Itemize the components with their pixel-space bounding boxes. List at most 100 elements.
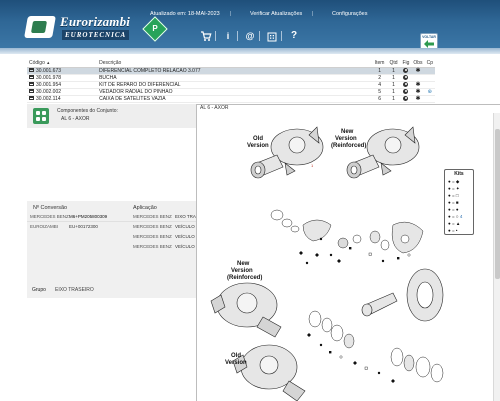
table-header: Código ▲ Descrição Item Qtd Fig Obs Cp [27, 59, 435, 68]
part-qty: 1 [386, 95, 401, 103]
obs-star-icon[interactable]: ✱ [415, 89, 420, 95]
part-icon [29, 89, 34, 94]
kit-entry: ● = ▲ [448, 221, 461, 226]
svg-text:(Reinforced): (Reinforced) [227, 275, 262, 281]
figure-icon[interactable] [403, 88, 409, 94]
svg-text:New: New [341, 129, 354, 135]
col-obs[interactable]: Obs [411, 59, 425, 68]
col-cp[interactable]: Cp [424, 59, 435, 68]
part-qty: 1 [386, 88, 401, 96]
part-description: KIT DE REPARO DO DIFERENCIAL [97, 81, 373, 89]
application-brand: MERCEDES BENZ [133, 244, 172, 249]
exploded-diagram[interactable]: AL 6 - AXOR 1 Old Version New Version (R… [196, 104, 500, 401]
part-code: 30.002.002 [36, 88, 62, 95]
part-code: 30.001.673 [36, 67, 62, 74]
figure-icon[interactable] [403, 81, 409, 87]
part-description: CAIXA DE SATELITES VAZIA [97, 95, 373, 103]
col-code[interactable]: Código ▲ [27, 59, 98, 68]
part-item: 5 [372, 88, 387, 96]
app-header: Eurorizambi EUROTECNICA P Atualizado em:… [0, 0, 500, 51]
exploded-parts-mid [270, 209, 424, 254]
table-row[interactable]: 30.001.954 KIT DE REPARO DO DIFERENCIAL … [27, 81, 435, 89]
application-brand: MERCEDES BENZ [133, 234, 172, 239]
part-icon [29, 75, 34, 80]
pinion-shaft [361, 292, 398, 317]
obs-star-icon[interactable]: ✱ [415, 68, 420, 74]
part-item: 4 [372, 81, 387, 89]
divider [27, 221, 197, 222]
help-icon[interactable]: ? [288, 30, 300, 42]
svg-text:Version: Version [335, 136, 357, 142]
settings-link[interactable]: Configurações [332, 11, 367, 17]
info-icon[interactable]: i [222, 30, 234, 42]
kits-title: Kits [454, 171, 464, 177]
application-model: VEÍCULO [175, 234, 195, 239]
part-code: 30.001.978 [36, 74, 62, 81]
at-icon[interactable]: @ [244, 30, 256, 42]
header-divider [0, 48, 500, 54]
building-icon[interactable] [266, 30, 278, 42]
table-row[interactable]: 30.001.673 DIFERENCIAL COMPLETO RELACAO … [27, 67, 435, 75]
scrollbar-thumb[interactable] [495, 129, 500, 279]
svg-text:Version: Version [231, 268, 253, 274]
part-code: 30.001.954 [36, 81, 62, 88]
parts-table: Código ▲ Descrição Item Qtd Fig Obs Cp 3… [27, 59, 435, 103]
col-item[interactable]: Item [372, 59, 387, 68]
table-row[interactable]: 30.001.978 BUCHA 2 1 [27, 74, 435, 82]
svg-text:1: 1 [311, 163, 314, 168]
logo-badge-icon [24, 16, 56, 38]
part-code: 30.002.114 [36, 95, 61, 102]
compatibility-icon[interactable]: ⊛ [428, 89, 432, 95]
figure-icon[interactable] [403, 74, 409, 80]
svg-text:Old: Old [231, 353, 241, 359]
kit-entry: ● = • [448, 228, 458, 233]
brand-tagline: EUROTECNICA [62, 30, 130, 40]
divider [259, 31, 260, 41]
cart-icon[interactable] [200, 30, 212, 42]
part-icon [29, 96, 34, 101]
part-description: DIFERENCIAL COMPLETO RELACAO 3.077 [97, 67, 373, 75]
col-qty[interactable]: Qtd [386, 59, 401, 68]
divider [281, 31, 282, 41]
kits-legend: Kits ● = ◆ ● = ✦ ● = □ ● = ■ ● = ● ● = ○… [444, 169, 474, 235]
group-row: Grupo EIXO TRASEIRO [27, 284, 197, 296]
figure-icon[interactable] [403, 67, 409, 73]
divider [237, 31, 238, 41]
figure-icon[interactable] [403, 95, 409, 101]
col-description[interactable]: Descrição [97, 59, 373, 68]
conversion-brand: MERCEDES BENZ [30, 214, 69, 219]
table-row[interactable]: 30.002.114 CAIXA DE SATELITES VAZIA 6 1 … [27, 95, 435, 103]
check-updates-link[interactable]: Verificar Atualizações [250, 11, 302, 17]
component-value[interactable]: AL 6 - AXOR [61, 116, 89, 122]
divider [215, 31, 216, 41]
back-arrow-icon [424, 40, 434, 48]
washer-series [308, 310, 444, 383]
group-value: EIXO TRASEIRO [55, 287, 94, 293]
kit-entry: ● = ● [448, 207, 459, 212]
kit-entry: ● = □ [448, 193, 459, 198]
brand-logo[interactable]: Eurorizambi EUROTECNICA P [24, 14, 168, 42]
application-brand: MERCEDES BENZ [133, 224, 172, 229]
obs-star-icon[interactable]: ✱ [415, 96, 420, 102]
conversion-header: Nº Conversão [33, 205, 68, 211]
kit-entry: ● = ◆ [448, 179, 460, 184]
table-row[interactable]: 30.002.002 VEDADOR RADIAL DO PINHAO 5 1 … [27, 88, 435, 96]
svg-text:(Reinforced): (Reinforced) [331, 143, 366, 149]
back-label: VOLTAR [422, 35, 436, 39]
application-model: VEÍCULO [175, 224, 195, 229]
part-qty: 1 [386, 81, 401, 89]
brand-name: Eurorizambi [60, 14, 131, 29]
obs-star-icon[interactable]: ✱ [415, 82, 420, 88]
col-fig[interactable]: Fig [400, 59, 412, 68]
kit-entry: ● = ■ [448, 200, 459, 205]
diagram-scrollbar[interactable] [493, 113, 500, 401]
logo-mark-icon: P [142, 16, 168, 42]
sort-indicator-icon: ▲ [46, 59, 51, 65]
conversion-number: M6+PM205800309 [69, 214, 108, 219]
kit-entry: ● = ○ 4 [448, 214, 463, 219]
application-model: VEÍCULO [175, 244, 195, 249]
new-housing-mid [210, 282, 282, 338]
group-label: Grupo [32, 287, 46, 293]
svg-text:Version: Version [247, 143, 269, 149]
kit-entry: ● = ✦ [448, 186, 460, 191]
